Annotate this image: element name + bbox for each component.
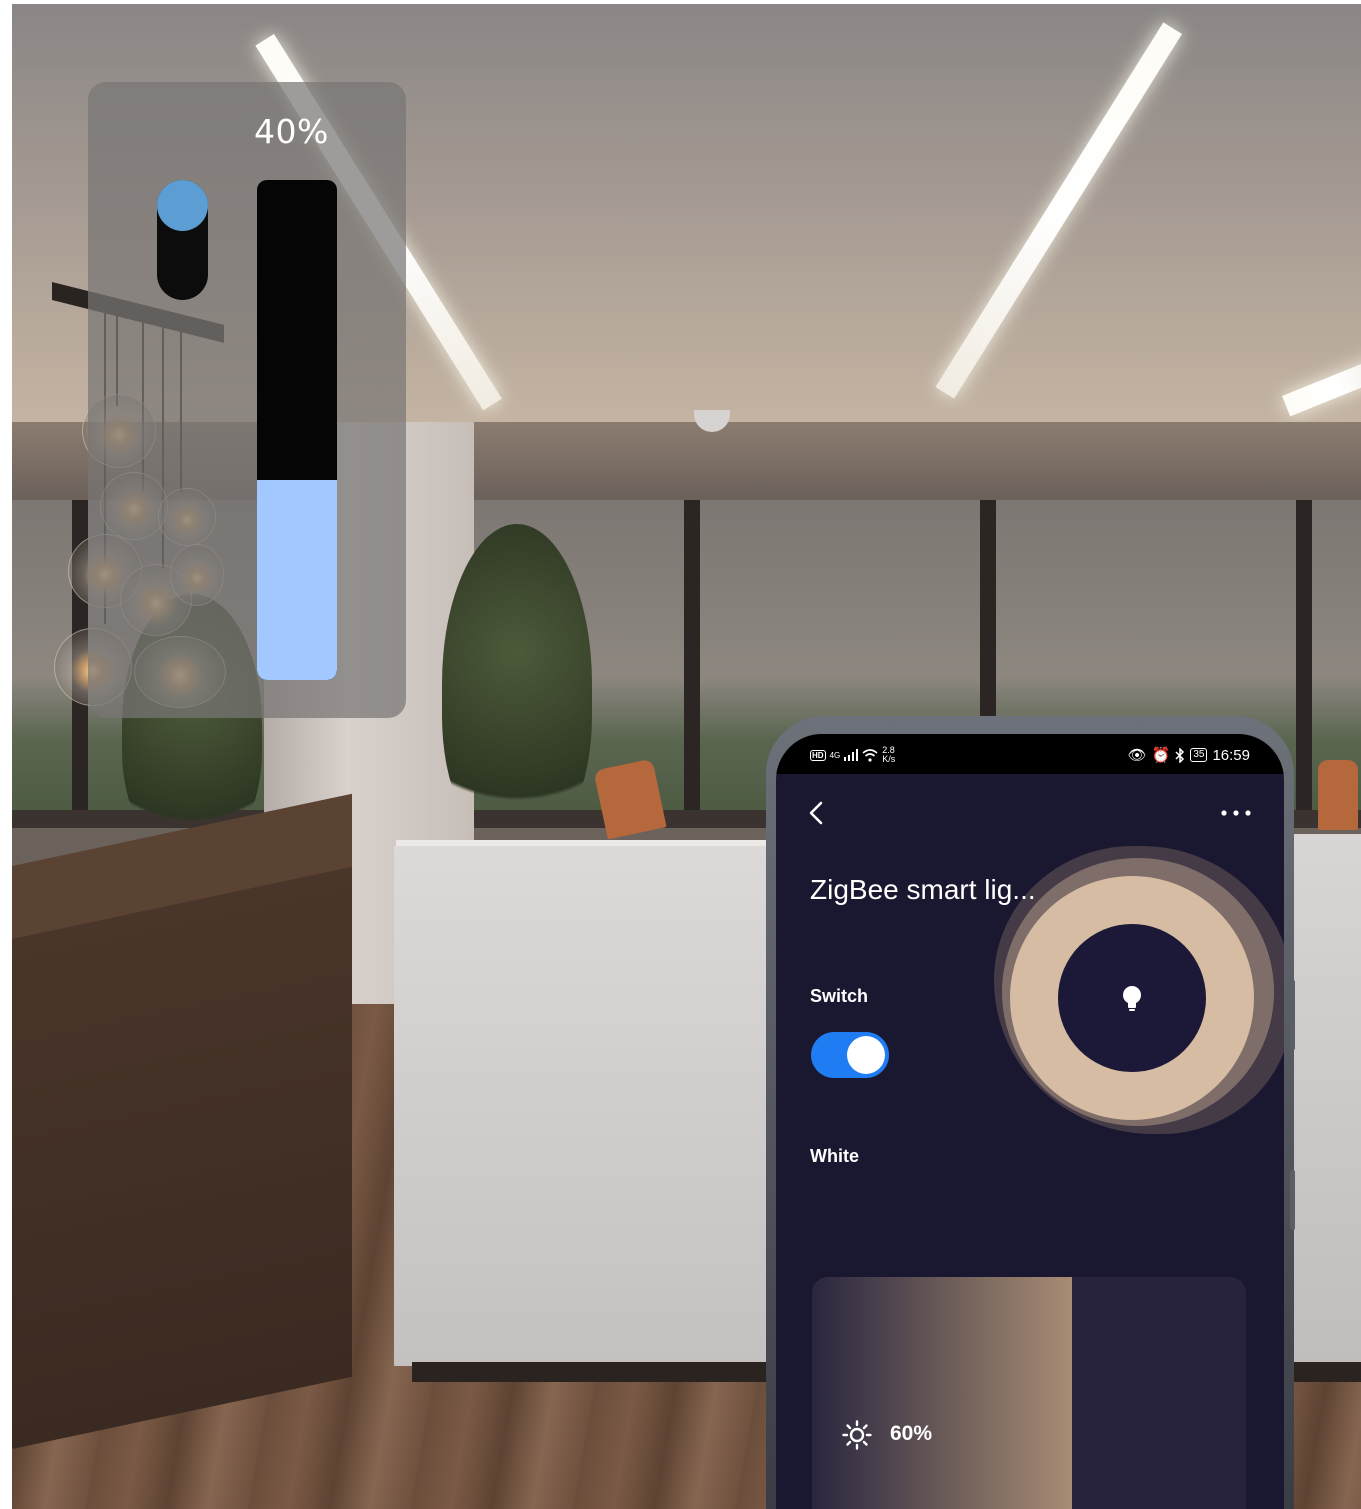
more-icon[interactable] <box>1218 800 1254 826</box>
phone-power-button <box>1290 1170 1295 1230</box>
status-bar: HD 4G 2.8 K/s 👁 ⏰ 35 16:59 <box>776 734 1284 774</box>
phone-screen: HD 4G 2.8 K/s 👁 ⏰ 35 16:59 ZigBee smart … <box>776 734 1284 1509</box>
window-mullion <box>1296 500 1312 820</box>
status-bar-right: 👁 ⏰ 35 16:59 <box>1127 746 1250 765</box>
brightness-slider[interactable] <box>812 1277 1246 1509</box>
chair <box>1318 760 1358 830</box>
brightness-slider-fill <box>812 1277 1073 1509</box>
reception-counter <box>1294 834 1361 1364</box>
sideboard-cabinet <box>12 866 352 1449</box>
dimmer-slider-fill <box>257 480 337 680</box>
dimmer-toggle-knob[interactable] <box>157 180 208 231</box>
window-mullion <box>684 500 700 820</box>
signal-label: 4G <box>829 750 841 760</box>
clock: 16:59 <box>1212 746 1250 764</box>
dimmer-card <box>88 82 406 718</box>
dimmer-value: 40% <box>254 112 329 151</box>
switch-toggle[interactable] <box>811 1032 889 1078</box>
hd-badge: HD <box>810 749 826 761</box>
brightness-value: 60% <box>890 1422 933 1445</box>
bulb-icon <box>1123 986 1141 1011</box>
back-icon[interactable] <box>804 800 830 826</box>
network-speed: 2.8 K/s <box>882 746 895 764</box>
bluetooth-icon <box>1175 747 1185 763</box>
status-bar-left: HD 4G 2.8 K/s <box>810 746 895 764</box>
switch-toggle-knob <box>847 1036 885 1074</box>
reception-counter <box>394 846 774 1366</box>
mode-label: White <box>810 1146 859 1166</box>
device-title: ZigBee smart lig... <box>810 874 1036 905</box>
potted-plant <box>442 524 592 844</box>
network-speed-unit: K/s <box>882 754 896 764</box>
dimmer-slider[interactable] <box>257 180 337 680</box>
cellular-signal-icon <box>844 749 859 761</box>
phone-volume-button <box>1290 980 1295 1050</box>
alarm-icon: ⏰ <box>1151 747 1171 764</box>
sun-icon <box>842 1420 872 1450</box>
eye-comfort-icon: 👁 <box>1127 747 1147 764</box>
wifi-icon <box>862 748 878 762</box>
battery-icon: 35 <box>1190 748 1208 762</box>
switch-label: Switch <box>810 986 869 1006</box>
